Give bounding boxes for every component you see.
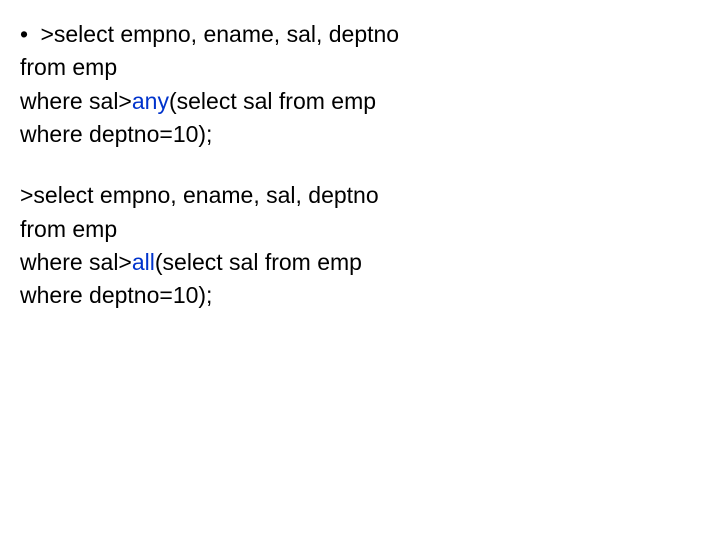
code-line: where sal>all(select sal from emp: [20, 246, 700, 279]
bullet-icon: •: [20, 21, 28, 47]
code-line: • >select empno, ename, sal, deptno: [20, 18, 700, 51]
code-text: (select sal from emp: [155, 249, 362, 275]
keyword-all: all: [132, 249, 155, 275]
sql-block-any: • >select empno, ename, sal, deptno from…: [20, 18, 700, 151]
code-line: where deptno=10);: [20, 118, 700, 151]
code-text: (select sal from emp: [169, 88, 376, 114]
code-line: from emp: [20, 51, 700, 84]
code-text: where sal>: [20, 88, 132, 114]
code-text: >select empno, ename, sal, deptno: [40, 21, 399, 47]
code-line: where deptno=10);: [20, 279, 700, 312]
code-line: from emp: [20, 213, 700, 246]
keyword-any: any: [132, 88, 169, 114]
code-line: where sal>any(select sal from emp: [20, 85, 700, 118]
code-line: >select empno, ename, sal, deptno: [20, 179, 700, 212]
sql-block-all: >select empno, ename, sal, deptno from e…: [20, 179, 700, 312]
code-text: where sal>: [20, 249, 132, 275]
